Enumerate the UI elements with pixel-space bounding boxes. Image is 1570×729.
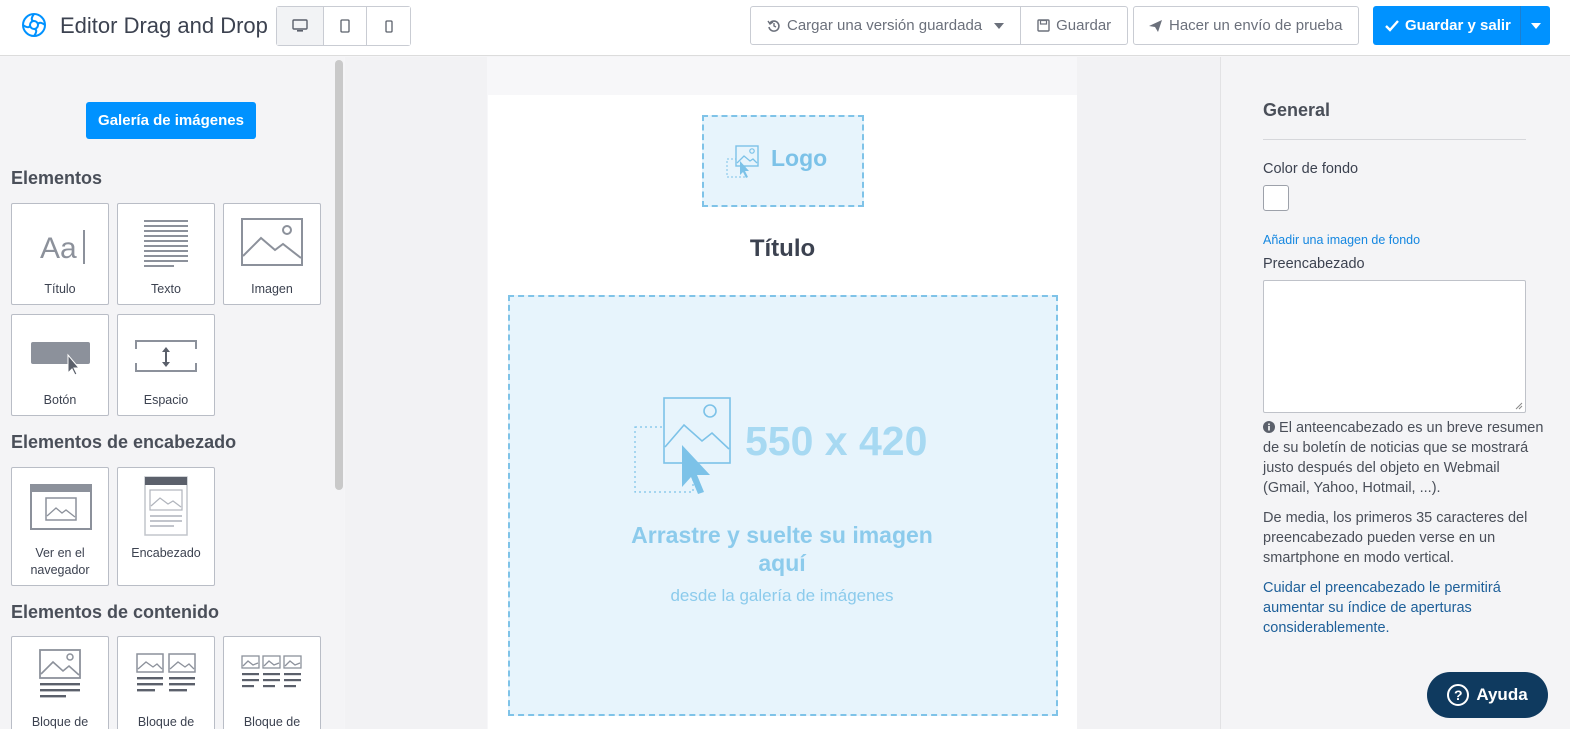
tablet-preview-button[interactable] (324, 7, 367, 45)
button-icon (31, 342, 90, 376)
save-label: Guardar (1056, 17, 1112, 34)
chevron-down-icon (994, 22, 1005, 29)
send-test-label: Hacer un envío de prueba (1169, 17, 1343, 34)
svg-text:Aa: Aa (40, 232, 77, 265)
add-background-image-link[interactable]: Añadir una imagen de fondo (1263, 233, 1420, 247)
save-exit-button-group: Guardar y salir (1373, 6, 1550, 45)
section-title-elements: Elementos (11, 168, 103, 188)
image-dimensions-label: 550 x 420 (745, 418, 928, 464)
element-tile-image[interactable]: Imagen (223, 203, 321, 305)
element-tile-text[interactable]: Texto (117, 203, 215, 305)
element-tile-image-block[interactable]: Bloque de (11, 636, 109, 729)
send-test-button[interactable]: Hacer un envío de prueba (1133, 6, 1359, 45)
element-tile-button[interactable]: Botón (11, 314, 109, 416)
save-exit-label: Guardar y salir (1405, 17, 1511, 34)
element-tile-three-image-block[interactable]: Bloque de (223, 636, 321, 729)
element-tile-space[interactable]: Espacio (117, 314, 215, 416)
image-gallery-button[interactable]: Galería de imágenes (86, 102, 256, 139)
settings-heading: General (1263, 100, 1331, 120)
preheader-info-text: El anteencabezado es un breve resumen de… (1263, 420, 1544, 496)
help-label: Ayuda (1476, 685, 1528, 704)
tile-label: Imagen (251, 282, 293, 296)
tile-label: Bloque de (243, 715, 301, 729)
browser-window-icon (30, 484, 92, 530)
preheader-tip-text: Cuidar el preencabezado le permitirá aum… (1263, 580, 1501, 636)
version-save-group: Cargar una versión guardada Guardar (750, 6, 1129, 45)
tile-label: Botón (43, 393, 77, 407)
image-icon (241, 218, 303, 266)
chevron-down-icon (1530, 22, 1541, 29)
save-exit-dropdown-toggle[interactable] (1520, 6, 1550, 45)
section-title-content-elements: Elementos de contenido (11, 602, 220, 622)
question-icon: ? (1447, 684, 1470, 706)
floppy-icon (1037, 19, 1050, 32)
help-button[interactable]: ? Ayuda (1427, 672, 1548, 718)
load-version-label: Cargar una versión guardada (787, 17, 983, 34)
tile-label: Título (44, 282, 76, 296)
element-tile-two-image-block[interactable]: Bloque de (117, 636, 215, 729)
image-drop-icon (726, 145, 759, 178)
preheader-label: Preencabezado (1263, 256, 1365, 272)
logo-label: Logo (771, 145, 828, 171)
spacer-icon (135, 340, 197, 372)
save-exit-button[interactable]: Guardar y salir (1373, 6, 1520, 45)
element-tile-header[interactable]: Encabezado (117, 467, 215, 586)
scrollbar-thumb[interactable] (335, 60, 343, 490)
sendinblue-logo-icon (22, 13, 46, 37)
check-icon (1385, 19, 1399, 32)
text-lines-icon (144, 220, 188, 267)
load-version-button[interactable]: Cargar una versión guardada (751, 7, 1020, 44)
info-icon (1263, 421, 1275, 433)
preheader-textarea[interactable] (1263, 280, 1526, 413)
background-color-label: Color de fondo (1263, 161, 1359, 177)
tablet-icon (340, 19, 350, 33)
tile-label: Espacio (143, 393, 189, 407)
mobile-icon (384, 19, 393, 33)
two-column-block-icon (136, 653, 196, 692)
paper-plane-icon (1149, 19, 1162, 32)
tile-label: Ver en el navegador (30, 546, 90, 577)
preheader-average-text: De media, los primeros 35 caracteres del… (1263, 510, 1528, 566)
background-color-picker[interactable] (1263, 185, 1289, 211)
history-icon (767, 19, 780, 32)
device-preview-group (276, 6, 411, 46)
image-drop-icon (634, 397, 731, 494)
divider (1263, 139, 1526, 140)
image-text-block-icon (39, 649, 81, 698)
text-aa-icon: Aa (40, 230, 85, 265)
desktop-icon (292, 19, 308, 32)
section-title-header-elements: Elementos de encabezado (11, 432, 237, 452)
resize-handle-icon[interactable] (1515, 402, 1523, 410)
top-bar: Editor Drag and Drop Cargar una versión … (0, 0, 1570, 56)
drop-instructions: Arrastre y suelte su imagen aquí (631, 522, 933, 576)
drop-instructions-sub: desde la galería de imágenes (670, 586, 894, 605)
image-drop-zone[interactable] (508, 295, 1058, 716)
preheader-info: El anteencabezado es un breve resumen de… (1263, 418, 1548, 498)
app-title: Editor Drag and Drop (60, 13, 268, 38)
tile-label: Bloque de (31, 715, 89, 729)
header-block-icon (144, 476, 188, 536)
three-column-block-icon (241, 655, 302, 688)
element-tile-view-in-browser[interactable]: Ver en el navegador (11, 467, 109, 586)
save-button[interactable]: Guardar (1020, 7, 1127, 44)
desktop-preview-button[interactable] (277, 7, 324, 45)
email-title[interactable]: Título (488, 235, 1077, 263)
element-tile-title[interactable]: Aa Título (11, 203, 109, 305)
mobile-preview-button[interactable] (367, 7, 410, 45)
tile-label: Bloque de (137, 715, 195, 729)
tile-label: Encabezado (131, 546, 201, 560)
tile-label: Texto (151, 282, 181, 296)
